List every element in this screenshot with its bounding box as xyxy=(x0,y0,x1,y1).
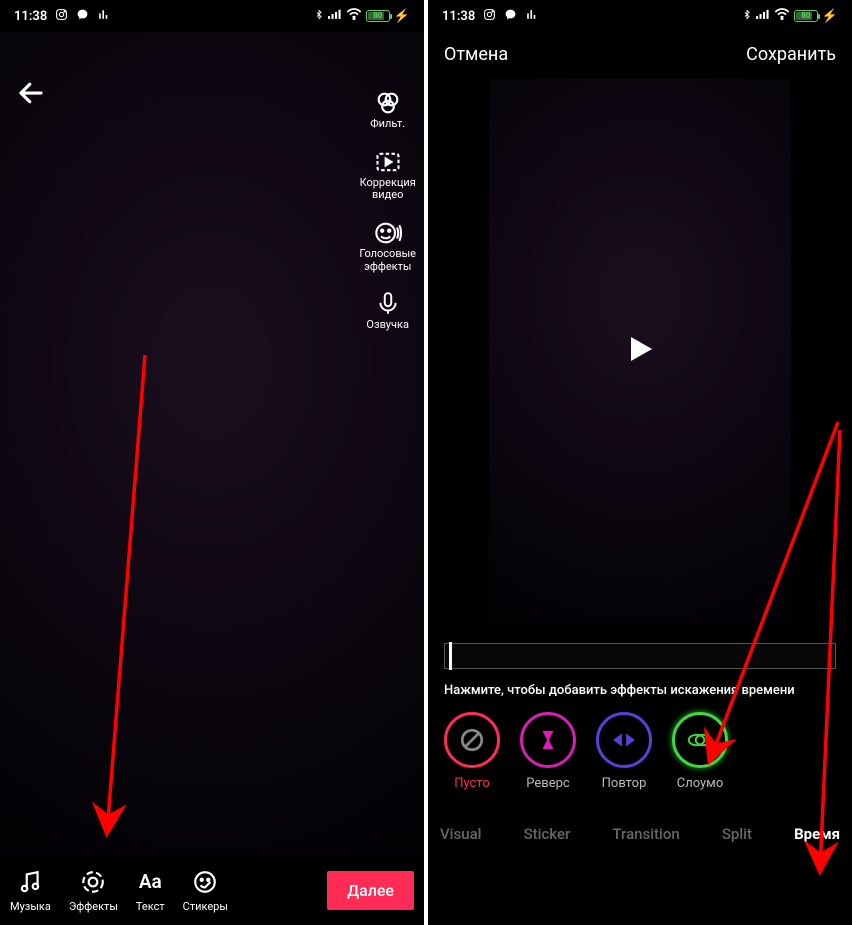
stats-icon xyxy=(97,8,110,25)
effect-reverse[interactable]: Реверс xyxy=(520,712,576,791)
effect-empty-label: Пусто xyxy=(454,776,490,791)
battery-icon: 80 xyxy=(794,10,818,22)
effect-repeat-label: Повтор xyxy=(602,776,647,791)
voice-effects-label: Голосовые эффекты xyxy=(359,248,416,273)
effects-label: Эффекты xyxy=(69,900,118,913)
chat-icon xyxy=(76,8,89,25)
effects-icon xyxy=(79,868,107,896)
effect-slomo[interactable]: Слоумо xyxy=(672,712,728,791)
tab-split[interactable]: Split xyxy=(716,821,758,847)
charging-icon: ⚡ xyxy=(394,9,410,24)
video-canvas-left[interactable]: Фильт. Коррекция видео Голосовые эффекты… xyxy=(0,32,424,855)
save-button[interactable]: Сохранить xyxy=(746,44,836,65)
charging-icon: ⚡ xyxy=(822,9,838,24)
voiceover-button[interactable]: Озвучка xyxy=(366,289,409,332)
correction-label: Коррекция видео xyxy=(360,177,416,202)
video-preview[interactable] xyxy=(489,79,791,623)
tab-time[interactable]: Время xyxy=(788,821,846,847)
text-button[interactable]: Aa Текст xyxy=(136,868,165,913)
instagram-icon xyxy=(55,8,68,25)
effect-reverse-label: Реверс xyxy=(526,776,569,791)
stickers-button[interactable]: Стикеры xyxy=(183,868,228,913)
bluetooth-icon xyxy=(742,8,752,25)
bluetooth-icon xyxy=(314,8,324,25)
voice-effects-icon xyxy=(373,218,403,248)
empty-icon xyxy=(444,712,500,768)
tab-sticker[interactable]: Sticker xyxy=(518,821,577,847)
stats-icon xyxy=(525,8,538,25)
tab-visual[interactable]: Visual xyxy=(434,821,487,847)
effects-button[interactable]: Эффекты xyxy=(69,868,118,913)
correction-icon xyxy=(373,147,403,177)
time-effects-row: Пусто Реверс Повтор Слоумо xyxy=(428,712,852,805)
effect-slomo-label: Слоумо xyxy=(677,776,724,791)
music-button[interactable]: Музыка xyxy=(10,868,51,913)
stickers-icon xyxy=(191,868,219,896)
status-time: 11:38 xyxy=(442,9,475,24)
statusbar-left: 11:38 80 ⚡ xyxy=(0,0,424,32)
left-screen: 11:38 80 ⚡ Фильт. xyxy=(0,0,424,925)
signal-icon xyxy=(756,8,770,24)
filters-button[interactable]: Фильт. xyxy=(370,88,405,131)
chat-icon xyxy=(504,8,517,25)
timeline[interactable] xyxy=(444,643,836,669)
status-time: 11:38 xyxy=(14,9,47,24)
cancel-button[interactable]: Отмена xyxy=(444,44,508,65)
tab-transition[interactable]: Transition xyxy=(606,821,685,847)
music-label: Музыка xyxy=(10,900,51,913)
playhead[interactable] xyxy=(449,642,452,670)
voiceover-label: Озвучка xyxy=(366,319,409,332)
filters-icon xyxy=(373,88,403,118)
text-label: Текст xyxy=(136,900,165,913)
next-button[interactable]: Далее xyxy=(327,871,414,910)
voice-effects-button[interactable]: Голосовые эффекты xyxy=(359,218,416,273)
filters-label: Фильт. xyxy=(370,118,405,131)
right-screen: 11:38 80 ⚡ Отмена Сохранить xyxy=(428,0,852,925)
play-button[interactable] xyxy=(622,331,658,371)
correction-button[interactable]: Коррекция видео xyxy=(360,147,416,202)
microphone-icon xyxy=(373,289,403,319)
wifi-icon xyxy=(774,8,790,24)
wifi-icon xyxy=(346,8,362,24)
music-icon xyxy=(16,868,44,896)
slomo-icon xyxy=(672,712,728,768)
battery-icon: 80 xyxy=(366,10,390,22)
effects-tabs: Visual Sticker Transition Split Время xyxy=(428,805,852,863)
back-button[interactable] xyxy=(16,78,46,112)
editor-header: Отмена Сохранить xyxy=(428,32,852,79)
effect-repeat[interactable]: Повтор xyxy=(596,712,652,791)
side-tools: Фильт. Коррекция видео Голосовые эффекты… xyxy=(359,88,416,332)
statusbar-right: 11:38 80 ⚡ xyxy=(428,0,852,32)
bottom-bar-left: Музыка Эффекты Aa Текст Стикеры Далее xyxy=(0,855,424,925)
effects-hint: Нажмите, чтобы добавить эффекты искажени… xyxy=(428,675,852,712)
reverse-icon xyxy=(520,712,576,768)
repeat-icon xyxy=(596,712,652,768)
instagram-icon xyxy=(483,8,496,25)
signal-icon xyxy=(328,8,342,24)
effect-empty[interactable]: Пусто xyxy=(444,712,500,791)
text-icon: Aa xyxy=(136,868,164,896)
stickers-label: Стикеры xyxy=(183,900,228,913)
